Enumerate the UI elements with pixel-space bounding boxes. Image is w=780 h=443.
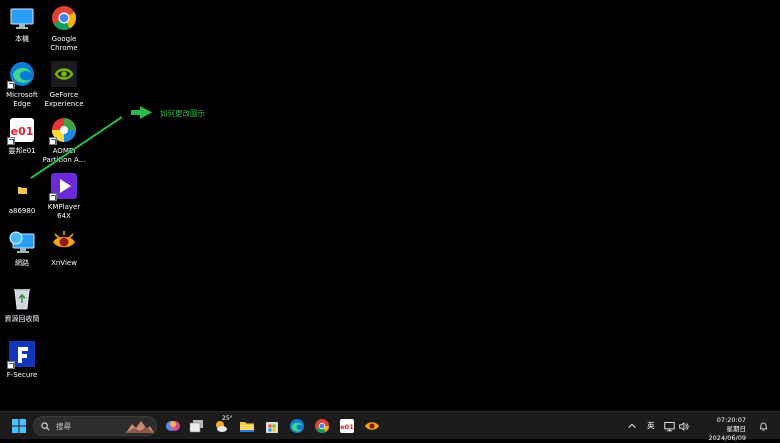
copilot-icon <box>166 421 180 431</box>
bell-icon <box>759 422 767 431</box>
chrome-icon <box>315 419 329 433</box>
network-monitor-icon <box>663 421 675 431</box>
taskbar-app-widgets-colorful[interactable] <box>164 417 182 435</box>
windows-logo-icon <box>12 419 26 433</box>
search-icon <box>41 421 50 430</box>
task-view-icon <box>189 420 203 433</box>
clock-time: 07:20:07 <box>716 416 746 424</box>
tray-volume-button[interactable] <box>676 417 690 435</box>
xnview-icon <box>365 422 379 430</box>
taskbar-task-view[interactable] <box>188 417 206 435</box>
store-icon <box>266 422 278 433</box>
taskbar-xnview[interactable] <box>363 417 381 435</box>
start-button[interactable] <box>10 417 28 435</box>
annotation-arrow <box>30 106 152 179</box>
weather-temp: 25° <box>222 415 233 422</box>
taskbar: 搜尋 25° e01 英 07:20:07 星期日 2024/06/09 <box>0 411 780 442</box>
notification-button[interactable] <box>756 417 770 435</box>
taskbar-store[interactable] <box>263 417 281 435</box>
edge-icon <box>290 419 304 433</box>
e01-icon: e01 <box>340 419 354 433</box>
file-explorer-icon <box>240 422 254 432</box>
search-highlight-icon <box>126 421 154 433</box>
clock-date: 星期日 2024/06/09 <box>708 425 746 442</box>
tray-overflow-button[interactable] <box>626 417 638 435</box>
search-box[interactable]: 搜尋 <box>33 416 157 436</box>
search-placeholder: 搜尋 <box>56 421 71 431</box>
tray-network-button[interactable] <box>662 417 676 435</box>
svg-text:e01: e01 <box>340 423 354 431</box>
input-method-indicator[interactable]: 英 <box>647 420 655 431</box>
desktop: 本機 Microsoft Edge e01 靈邦e01 a86980 網路 資源… <box>0 0 780 411</box>
taskbar-chrome[interactable] <box>313 417 331 435</box>
taskbar-e01[interactable]: e01 <box>338 417 356 435</box>
speaker-icon <box>678 421 689 431</box>
taskbar-file-explorer[interactable] <box>238 417 256 435</box>
taskbar-edge[interactable] <box>288 417 306 435</box>
annotation-text: 如何更改圖示 <box>160 109 205 118</box>
chevron-up-icon <box>628 423 636 429</box>
